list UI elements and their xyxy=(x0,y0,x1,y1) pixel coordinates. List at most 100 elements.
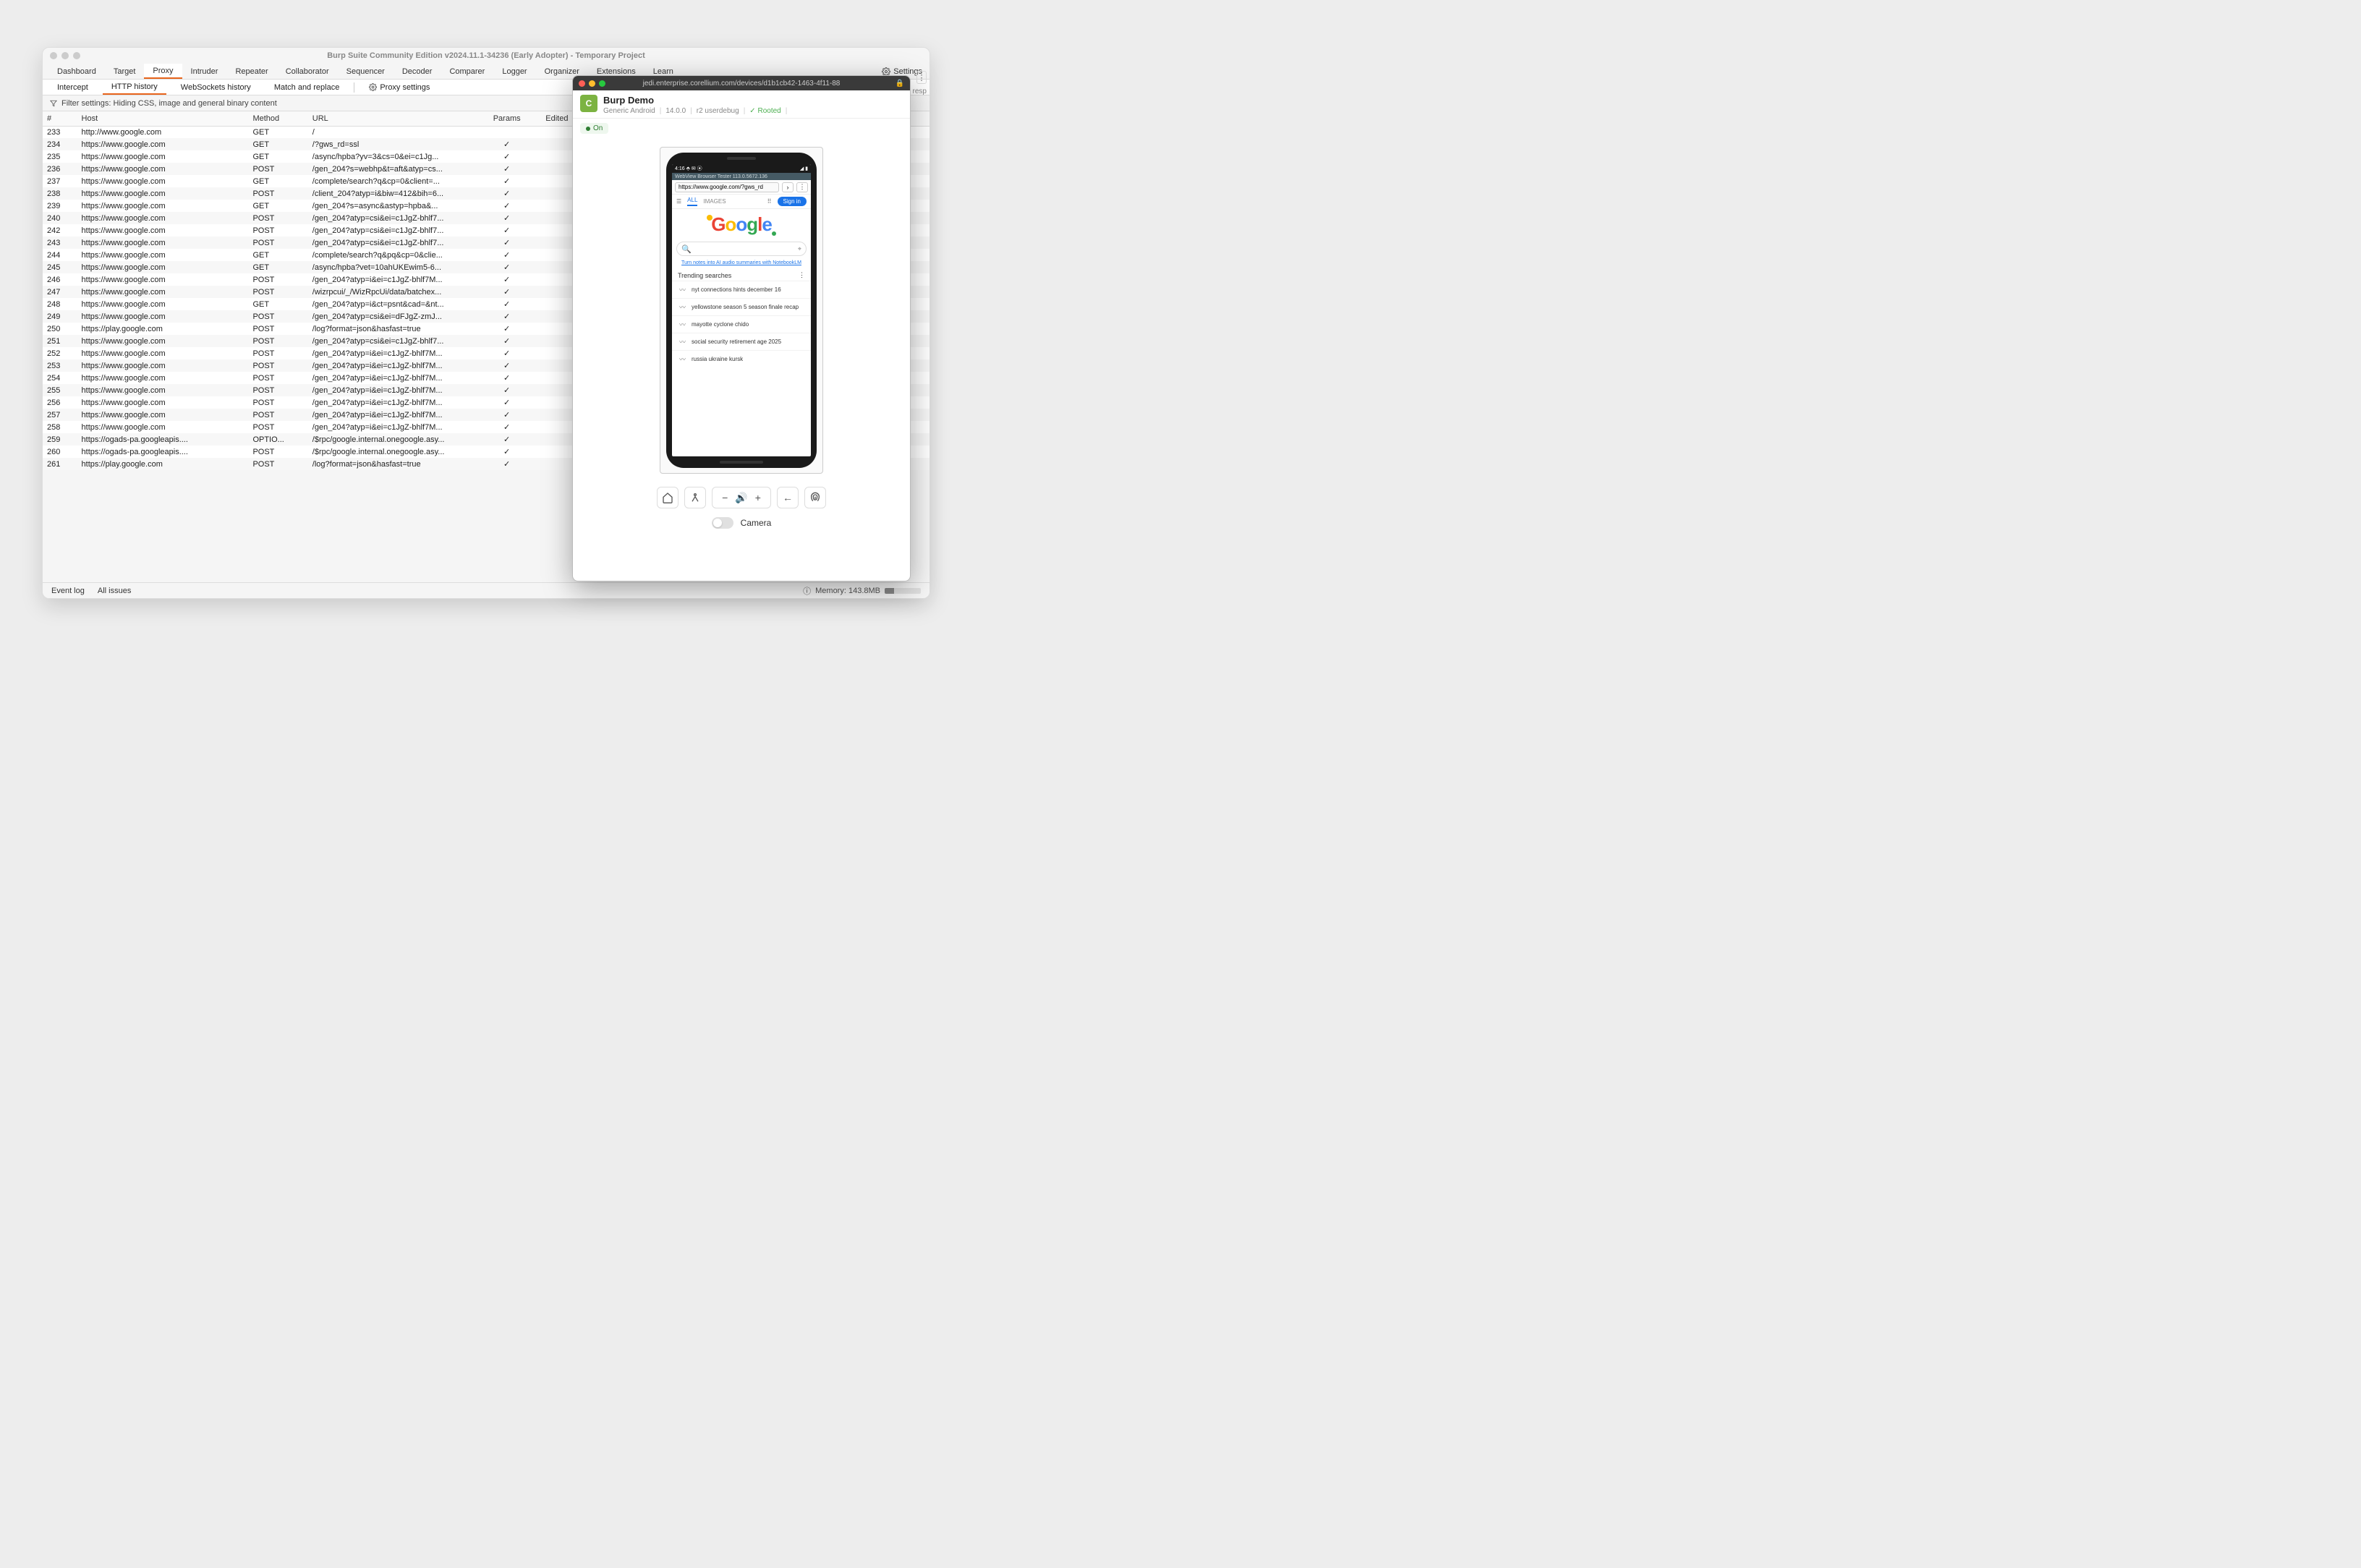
trending-header: Trending searches ⋮ xyxy=(672,270,811,281)
check-icon xyxy=(503,312,510,321)
table-options-button[interactable]: ⋮ xyxy=(916,71,927,84)
memory-bar xyxy=(885,588,921,594)
zoom-dot[interactable] xyxy=(73,52,80,59)
phone-home-indicator xyxy=(720,461,763,464)
trending-item[interactable]: 〰social security retirement age 2025 xyxy=(672,333,811,350)
main-tab-decoder[interactable]: Decoder xyxy=(394,64,441,79)
check-icon xyxy=(503,165,510,174)
window-titlebar: Burp Suite Community Edition v2024.11.1-… xyxy=(43,48,929,64)
camera-toggle[interactable] xyxy=(712,517,733,529)
main-tab-repeater[interactable]: Repeater xyxy=(226,64,276,79)
col-params[interactable]: Params xyxy=(480,111,534,126)
fingerprint-button[interactable] xyxy=(804,487,826,508)
go-forward-button[interactable]: › xyxy=(782,182,794,192)
device-os: Generic Android xyxy=(603,107,655,115)
url-input[interactable] xyxy=(675,182,779,192)
volume-controls[interactable]: −🔊+ xyxy=(712,487,771,508)
close-dot[interactable] xyxy=(50,52,57,59)
device-frame: 4:16 ⬘ ✉ ⦿ ◢ ▮ WebView Browser Tester 11… xyxy=(660,147,823,474)
main-tab-intruder[interactable]: Intruder xyxy=(182,64,227,79)
check-icon xyxy=(503,140,510,149)
phone-speaker xyxy=(727,157,756,160)
filter-text: Filter settings: Hiding CSS, image and g… xyxy=(61,99,277,108)
google-doodle[interactable]: Google xyxy=(711,213,772,236)
device-header: C Burp Demo Generic Android| 14.0.0| r2 … xyxy=(573,90,910,119)
hamburger-icon[interactable]: ☰ xyxy=(676,198,681,205)
check-icon xyxy=(503,226,510,235)
trending-item[interactable]: 〰nyt connections hints december 16 xyxy=(672,281,811,298)
memory-indicator: ⓘ Memory: 143.8MB xyxy=(803,585,921,597)
lock-icon: 🔒 xyxy=(896,80,904,88)
minus-icon[interactable]: − xyxy=(722,492,728,503)
main-tab-target[interactable]: Target xyxy=(105,64,145,79)
check-icon xyxy=(503,435,510,444)
minimize-dot[interactable] xyxy=(589,80,595,87)
device-avatar: C xyxy=(580,95,597,112)
apps-grid-icon[interactable]: ⠿ xyxy=(767,198,772,205)
trending-item[interactable]: 〰yellowstone season 5 season finale reca… xyxy=(672,298,811,315)
corellium-device-window: jedi.enterprise.corellium.com/devices/d1… xyxy=(572,75,911,581)
main-tab-proxy[interactable]: Proxy xyxy=(144,64,182,79)
main-tab-comparer[interactable]: Comparer xyxy=(441,64,493,79)
device-traffic-lights[interactable] xyxy=(579,80,605,87)
col-url[interactable]: URL xyxy=(308,111,480,126)
promo-link[interactable]: Turn notes into AI audio summaries with … xyxy=(672,259,811,270)
check-icon xyxy=(503,325,510,333)
device-build: r2 userdebug xyxy=(697,107,739,115)
memory-label: Memory: 143.8MB xyxy=(815,587,880,595)
main-tab-logger[interactable]: Logger xyxy=(493,64,535,79)
check-icon xyxy=(503,460,510,469)
trending-item[interactable]: 〰mayotte cyclone chido xyxy=(672,315,811,333)
all-issues-link[interactable]: All issues xyxy=(98,587,131,595)
check-icon xyxy=(503,362,510,370)
proxy-settings-link[interactable]: Proxy settings xyxy=(360,80,438,95)
android-time: 4:16 ⬘ ✉ ⦿ xyxy=(675,165,702,172)
col-host[interactable]: Host xyxy=(77,111,249,126)
device-window-titlebar: jedi.enterprise.corellium.com/devices/d1… xyxy=(573,76,910,90)
main-tab-dashboard[interactable]: Dashboard xyxy=(48,64,105,79)
trending-menu-icon[interactable]: ⋮ xyxy=(799,271,805,279)
google-tabs: ☰ ALL IMAGES ⠿ Sign in xyxy=(672,195,811,209)
back-button[interactable]: ← xyxy=(777,487,799,508)
touch-button[interactable] xyxy=(684,487,706,508)
google-search-box[interactable]: 🔍 ⌖ xyxy=(676,242,807,256)
device-status-pill: On xyxy=(580,123,608,134)
camera-toggle-row: Camera xyxy=(573,513,910,536)
browser-menu-button[interactable]: ⋮ xyxy=(796,182,808,192)
device-version: 14.0.0 xyxy=(665,107,686,115)
filter-icon xyxy=(50,100,57,107)
android-status-icons: ◢ ▮ xyxy=(800,166,808,171)
sub-tab-http-history[interactable]: HTTP history xyxy=(103,80,166,95)
tab-all[interactable]: ALL xyxy=(687,197,697,206)
google-lens-icon[interactable]: ⌖ xyxy=(798,245,801,253)
trending-icon: 〰 xyxy=(679,302,686,312)
sub-tab-websockets-history[interactable]: WebSockets history xyxy=(172,80,260,95)
webview-label: WebView Browser Tester 113.0.5672.136 xyxy=(672,173,811,180)
check-icon xyxy=(503,263,510,272)
sub-tab-match-and-replace[interactable]: Match and replace xyxy=(265,80,349,95)
device-viewport: 4:16 ⬘ ✉ ⦿ ◢ ▮ WebView Browser Tester 11… xyxy=(573,134,910,480)
phone-screen[interactable]: 4:16 ⬘ ✉ ⦿ ◢ ▮ WebView Browser Tester 11… xyxy=(672,164,811,456)
col-method[interactable]: Method xyxy=(248,111,307,126)
plus-icon[interactable]: + xyxy=(755,492,761,503)
check-icon xyxy=(503,374,510,383)
zoom-dot[interactable] xyxy=(599,80,605,87)
trending-item[interactable]: 〰russia ukraine kursk xyxy=(672,350,811,367)
minimize-dot[interactable] xyxy=(61,52,69,59)
main-tab-collaborator[interactable]: Collaborator xyxy=(277,64,338,79)
col-index[interactable]: # xyxy=(43,111,77,126)
android-status-bar: 4:16 ⬘ ✉ ⦿ ◢ ▮ xyxy=(672,164,811,173)
check-icon xyxy=(503,153,510,161)
check-icon xyxy=(503,276,510,284)
sub-tab-intercept[interactable]: Intercept xyxy=(48,80,97,95)
check-icon xyxy=(503,337,510,346)
check-icon xyxy=(503,423,510,432)
phone-body: 4:16 ⬘ ✉ ⦿ ◢ ▮ WebView Browser Tester 11… xyxy=(666,153,817,468)
tab-images[interactable]: IMAGES xyxy=(703,198,726,205)
traffic-lights[interactable] xyxy=(50,52,80,59)
sign-in-button[interactable]: Sign in xyxy=(778,197,807,206)
close-dot[interactable] xyxy=(579,80,585,87)
home-button[interactable] xyxy=(657,487,678,508)
event-log-link[interactable]: Event log xyxy=(51,587,85,595)
main-tab-sequencer[interactable]: Sequencer xyxy=(338,64,394,79)
